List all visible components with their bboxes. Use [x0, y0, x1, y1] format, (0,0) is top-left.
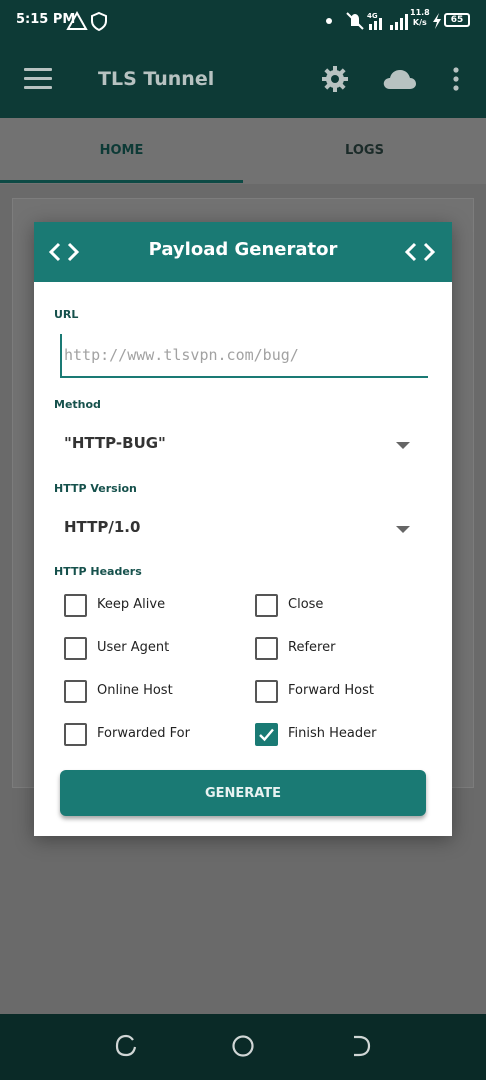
http-version-value: HTTP/1.0 [64, 518, 141, 536]
checkbox-box-checked[interactable] [255, 723, 278, 746]
checkbox-box[interactable] [64, 594, 87, 617]
tab-home[interactable]: HOME [0, 118, 243, 184]
method-value: "HTTP-BUG" [64, 434, 166, 452]
charging-bolt-icon [433, 13, 441, 29]
network-speed-unit: K/s [412, 18, 427, 27]
app-bar: TLS Tunnel [0, 42, 486, 118]
tab-logs[interactable]: LOGS [243, 118, 486, 184]
url-label: URL [54, 308, 79, 321]
checkbox-label: Forward Host [288, 683, 375, 698]
signal-icon [390, 14, 408, 30]
svg-text:4G: 4G [367, 12, 378, 20]
http-version-select[interactable]: HTTP/1.0 [64, 514, 410, 544]
dialog-header: Payload Generator [34, 222, 452, 282]
method-label: Method [54, 398, 101, 411]
tab-indicator [0, 180, 243, 183]
network-speed-value: 11.8 [410, 8, 430, 17]
generate-button[interactable]: GENERATE [60, 770, 426, 816]
payload-generator-dialog: Payload Generator URL Method "HTTP-BUG" … [34, 222, 452, 836]
code-brackets-icon [404, 242, 436, 262]
menu-icon[interactable] [24, 68, 52, 92]
checkbox-box[interactable] [64, 680, 87, 703]
checkbox-box[interactable] [64, 637, 87, 660]
gear-icon[interactable] [320, 64, 350, 94]
back-icon[interactable] [349, 1034, 373, 1058]
signal-4g-icon: 4G [367, 12, 382, 30]
checkbox-label: User Agent [97, 640, 170, 655]
url-input[interactable] [60, 334, 428, 378]
dot-icon [326, 18, 332, 24]
cloud-icon[interactable] [381, 64, 417, 94]
http-headers-label: HTTP Headers [54, 565, 142, 578]
warning-triangle-icon [66, 10, 88, 30]
battery-icon: 65 [444, 13, 470, 27]
home-circle-icon[interactable] [231, 1034, 255, 1058]
shield-icon [91, 11, 107, 32]
method-select[interactable]: "HTTP-BUG" [64, 430, 410, 460]
check-icon [259, 728, 274, 742]
chevron-down-icon [396, 526, 410, 533]
mute-icon [346, 12, 364, 30]
system-nav-bar [0, 1014, 486, 1080]
checkbox-label: Online Host [97, 683, 173, 698]
tab-bar: HOME LOGS [0, 118, 486, 184]
checkbox-label: Close [288, 597, 324, 612]
checkbox-label: Referer [288, 640, 336, 655]
chevron-down-icon [396, 442, 410, 449]
checkbox-label: Keep Alive [97, 597, 166, 612]
network-speed: 11.8 K/s [410, 8, 430, 28]
checkbox-box[interactable] [64, 723, 87, 746]
checkbox-box[interactable] [255, 594, 278, 617]
http-version-label: HTTP Version [54, 482, 137, 495]
checkbox-label: Finish Header [288, 726, 377, 741]
dialog-title: Payload Generator [148, 239, 338, 260]
checkbox-box[interactable] [255, 680, 278, 703]
more-vert-icon[interactable] [450, 64, 462, 94]
app-title: TLS Tunnel [98, 68, 215, 90]
checkbox-box[interactable] [255, 637, 278, 660]
recent-apps-icon[interactable] [114, 1034, 138, 1058]
status-bar: 5:15 PM 4G 11.8 K/s 65 [0, 0, 486, 42]
checkbox-label: Forwarded For [97, 726, 190, 741]
